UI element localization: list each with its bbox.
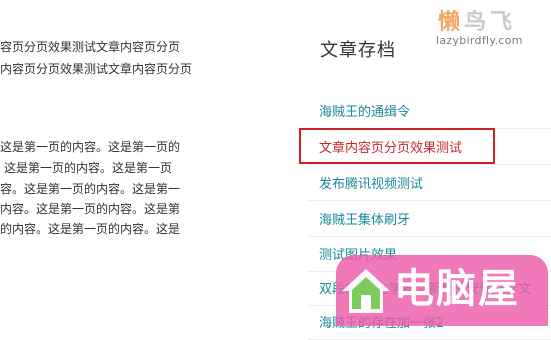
archive-item[interactable]: 海贼王的通缉令	[308, 93, 551, 129]
article-content: 容页分页效果测试文章内容页分页 内容页分页效果测试文章内容页分页 这是第一页的内…	[0, 0, 215, 326]
article-line: 。这是第一页的内容。这是第一页	[0, 161, 173, 175]
article-line: 容页分页效果测试文章内容页分页	[0, 40, 181, 54]
article-line: 内容。这是第一页的内容。这是第	[0, 202, 181, 216]
archive-link[interactable]: 海贼王集体刷牙	[319, 209, 410, 228]
archive-item[interactable]: 海贼王的存在加一张2	[308, 304, 551, 340]
archive-link[interactable]: 双段蝶:中生学友文新科王安保然作文	[319, 278, 531, 297]
highlight-annotation	[299, 128, 495, 164]
archive-link[interactable]: 发布腾讯视频测试	[319, 173, 423, 192]
archive-item[interactable]: 双段蝶:中生学友文新科王安保然作文	[308, 270, 551, 306]
sidebar-title: 文章存档	[320, 40, 396, 61]
archive-link[interactable]: 海贼王的存在加一张2	[319, 312, 444, 331]
archive-link[interactable]: 海贼王的通缉令	[319, 101, 410, 120]
article-line: 内容页分页效果测试文章内容页分页	[0, 62, 193, 76]
archive-item[interactable]: 发布腾讯视频测试	[308, 165, 551, 201]
article-line: 容。这是第一页的内容。这是第一	[0, 182, 181, 196]
archive-item[interactable]: 测试图片效果	[308, 236, 551, 272]
article-line: 这是第一页的内容。这是第一页的	[0, 140, 181, 154]
archive-item[interactable]: 海贼王集体刷牙	[308, 201, 551, 237]
article-line: 的内容。这是第一页的内容。这是	[0, 222, 181, 236]
archive-link[interactable]: 测试图片效果	[319, 244, 397, 263]
